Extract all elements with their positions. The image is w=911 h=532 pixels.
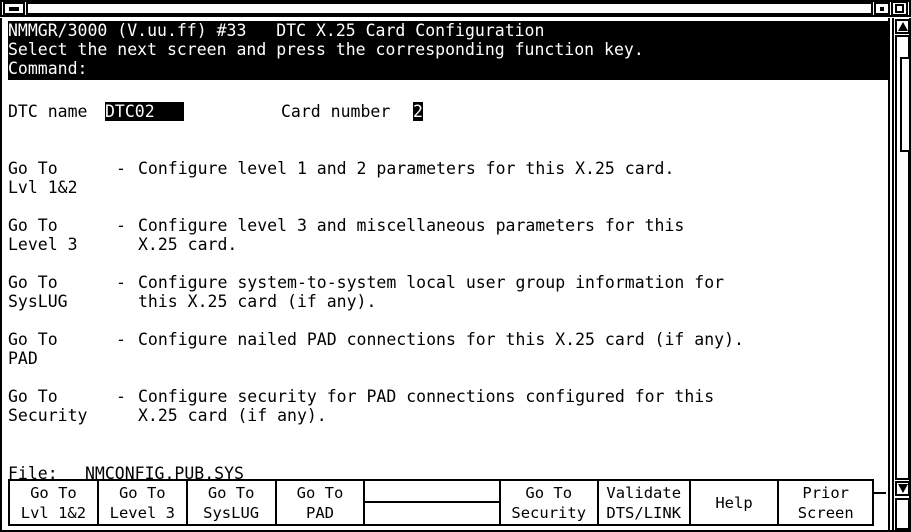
fkey-help[interactable]: Help bbox=[691, 481, 780, 524]
fkey-empty[interactable] bbox=[365, 481, 501, 524]
menu-item-dash-security: - bbox=[116, 387, 126, 406]
menu-item-key-lvl12-line2: Lvl 1&2 bbox=[8, 178, 78, 197]
minimize-icon bbox=[880, 6, 884, 11]
menu-item-key-syslug-line2: SysLUG bbox=[8, 292, 68, 311]
chevron-down-icon bbox=[897, 484, 908, 493]
menu-item-key-security-line2: Security bbox=[8, 406, 88, 425]
fkey-goto-level3[interactable]: Go To Level 3 bbox=[99, 481, 188, 524]
command-prompt-label: Command: bbox=[8, 59, 88, 78]
fkey-goto-pad-line2: PAD bbox=[306, 503, 334, 522]
minimize-button[interactable] bbox=[874, 2, 890, 15]
title-bar bbox=[0, 0, 911, 17]
menu-item-key-security-line1: Go To bbox=[8, 387, 58, 406]
fkey-goto-security-line2: Security bbox=[511, 503, 587, 522]
fkey-goto-syslug[interactable]: Go To SysLUG bbox=[188, 481, 277, 524]
fkey-goto-lvl12-line2: Lvl 1&2 bbox=[20, 503, 87, 522]
fkey-prior-screen[interactable]: Prior Screen bbox=[779, 481, 872, 524]
vertical-scrollbar[interactable] bbox=[892, 18, 911, 532]
fkey-validate-dts-link[interactable]: Validate DTS/LINK bbox=[599, 481, 691, 524]
fkey-goto-syslug-line2: SysLUG bbox=[203, 503, 260, 522]
scroll-down-button[interactable] bbox=[895, 481, 910, 496]
card-number-field[interactable]: 2 bbox=[413, 102, 423, 121]
window-menu-icon bbox=[9, 6, 19, 11]
window-menu-button[interactable] bbox=[3, 2, 25, 15]
terminal-window: NMMGR/3000 (V.uu.ff) #33 DTC X.25 Card C… bbox=[0, 0, 911, 532]
fkey-goto-pad[interactable]: Go To PAD bbox=[277, 481, 366, 524]
scrollbar-thumb[interactable] bbox=[900, 57, 911, 152]
scroll-up-button[interactable] bbox=[895, 19, 910, 34]
card-number-label: Card number bbox=[281, 102, 391, 121]
fkey-validate-line1: Validate bbox=[606, 483, 682, 502]
fkey-validate-line2: DTS/LINK bbox=[606, 503, 682, 522]
maximize-icon bbox=[895, 4, 904, 13]
scrollbar-track[interactable] bbox=[895, 35, 911, 480]
menu-item-desc-level3-line2: X.25 card. bbox=[138, 235, 238, 254]
menu-item-dash-level3: - bbox=[116, 216, 126, 235]
menu-item-dash-lvl12: - bbox=[116, 159, 126, 178]
menu-item-key-lvl12-line1: Go To bbox=[8, 159, 58, 178]
menu-item-desc-syslug-line1: Configure system-to-system local user gr… bbox=[138, 273, 725, 292]
fkey-empty-divider bbox=[365, 501, 499, 503]
dtc-name-label: DTC name bbox=[8, 102, 88, 121]
menu-item-desc-level3-line1: Configure level 3 and miscellaneous para… bbox=[138, 216, 685, 235]
menu-item-desc-security-line2: X.25 card (if any). bbox=[138, 406, 327, 425]
fkey-goto-lvl12-line1: Go To bbox=[30, 483, 77, 502]
window-title bbox=[26, 2, 873, 15]
menu-item-dash-syslug: - bbox=[116, 273, 126, 292]
menu-item-key-level3-line2: Level 3 bbox=[8, 235, 78, 254]
menu-item-dash-pad: - bbox=[116, 330, 126, 349]
scrollbar-bottom-filler bbox=[895, 498, 910, 530]
chevron-up-icon bbox=[897, 22, 908, 31]
terminal-screen[interactable]: NMMGR/3000 (V.uu.ff) #33 DTC X.25 Card C… bbox=[0, 18, 890, 532]
header-line-title: NMMGR/3000 (V.uu.ff) #33 DTC X.25 Card C… bbox=[8, 21, 545, 40]
fkey-goto-level3-line2: Level 3 bbox=[109, 503, 175, 522]
function-key-bar: Go To Lvl 1&2 Go To Level 3 Go To SysLUG… bbox=[8, 479, 874, 526]
menu-item-desc-syslug-line2: this X.25 card (if any). bbox=[138, 292, 377, 311]
fkey-goto-security[interactable]: Go To Security bbox=[501, 481, 599, 524]
fkey-goto-security-line1: Go To bbox=[525, 483, 573, 502]
fkey-prior-screen-line2: Screen bbox=[797, 503, 854, 522]
fkey-goto-lvl12[interactable]: Go To Lvl 1&2 bbox=[10, 481, 99, 524]
fkey-prior-screen-line1: Prior bbox=[802, 483, 850, 502]
fkey-goto-pad-line1: Go To bbox=[296, 483, 344, 502]
menu-item-key-syslug-line1: Go To bbox=[8, 273, 58, 292]
terminal-text-area: NMMGR/3000 (V.uu.ff) #33 DTC X.25 Card C… bbox=[8, 19, 888, 527]
fkey-goto-syslug-line1: Go To bbox=[207, 483, 255, 502]
maximize-button[interactable] bbox=[891, 1, 908, 16]
fkey-goto-level3-line1: Go To bbox=[118, 483, 166, 502]
fkey-help-line1: Help bbox=[715, 493, 753, 512]
dtc-name-field[interactable]: DTC02 bbox=[105, 102, 185, 121]
menu-item-key-pad-line1: Go To bbox=[8, 330, 58, 349]
menu-item-desc-lvl12-line1: Configure level 1 and 2 parameters for t… bbox=[138, 159, 675, 178]
menu-item-key-level3-line1: Go To bbox=[8, 216, 58, 235]
menu-item-desc-security-line1: Configure security for PAD connections c… bbox=[138, 387, 715, 406]
header-line-prompt: Select the next screen and press the cor… bbox=[8, 40, 644, 59]
menu-item-desc-pad-line1: Configure nailed PAD connections for thi… bbox=[138, 330, 744, 349]
menu-item-key-pad-line2: PAD bbox=[8, 349, 38, 368]
